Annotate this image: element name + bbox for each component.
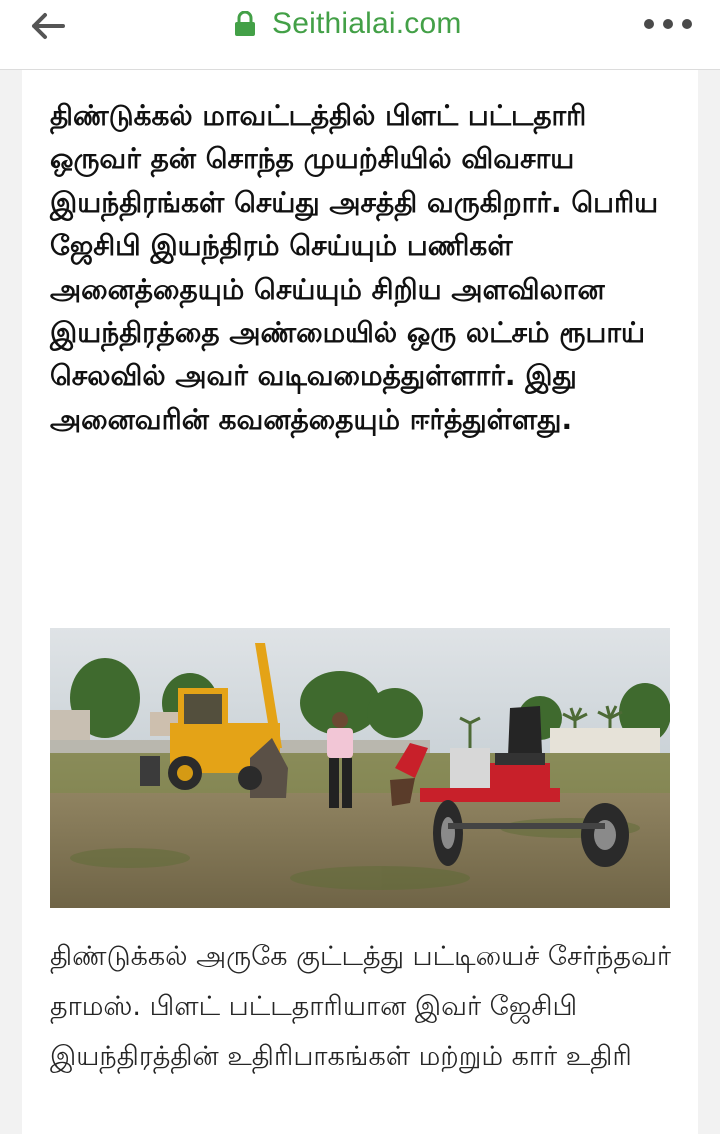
more-menu-button[interactable] bbox=[644, 10, 692, 38]
lock-icon bbox=[235, 11, 255, 36]
address-bar[interactable]: Seithialai.com bbox=[234, 6, 462, 42]
article-photo[interactable] bbox=[50, 628, 670, 908]
url-text: Seithialai.com bbox=[272, 7, 462, 40]
browser-toolbar: Seithialai.com bbox=[0, 0, 720, 70]
photo-caption: திண்டுக்கல் அருகே குட்டத்து பட்டியைச் சே… bbox=[50, 941, 671, 1072]
arrow-left-icon bbox=[32, 13, 65, 39]
article-headline: திண்டுக்கல் மாவட்டத்தில் பிளட் பட்டதாரி … bbox=[50, 99, 659, 436]
more-horizontal-icon bbox=[644, 19, 654, 29]
photo-illustration bbox=[50, 628, 670, 908]
back-button[interactable] bbox=[28, 8, 68, 44]
article-content: திண்டுக்கல் மாவட்டத்தில் பிளட் பட்டதாரி … bbox=[22, 70, 698, 1134]
